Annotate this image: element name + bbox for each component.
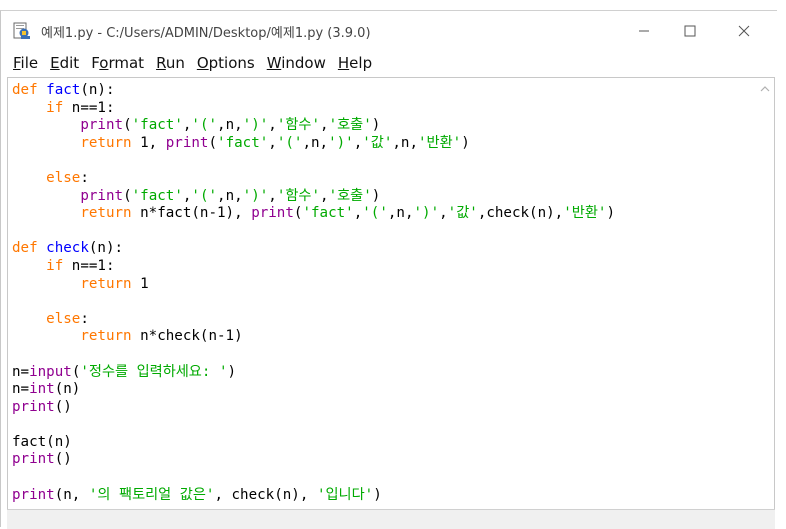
menu-window[interactable]: Window: [267, 54, 326, 72]
close-icon: [738, 25, 750, 37]
code-line: return 1: [80, 275, 149, 292]
code-text[interactable]: def fact(n): if n==1: print('fact','(',n…: [12, 82, 615, 504]
code-line: def fact(n):: [12, 82, 115, 98]
maximize-button[interactable]: [667, 11, 713, 51]
code-line: print(): [12, 451, 72, 468]
title-bar[interactable]: 예제1.py - C:/Users/ADMIN/Desktop/예제1.py (…: [1, 11, 777, 51]
menu-run[interactable]: Run: [156, 54, 185, 72]
minimize-button[interactable]: [621, 11, 667, 51]
code-line: print('fact','(',n,')','함수','호출'): [80, 187, 381, 204]
maximize-icon: [684, 25, 696, 37]
menu-format[interactable]: Format: [91, 54, 144, 72]
menu-help[interactable]: Help: [338, 54, 372, 72]
code-line: else:: [46, 310, 89, 327]
menu-options[interactable]: Options: [197, 54, 255, 72]
idle-editor-window: 예제1.py - C:/Users/ADMIN/Desktop/예제1.py (…: [0, 10, 777, 529]
code-line: else:: [46, 169, 89, 186]
close-button[interactable]: [721, 11, 767, 51]
code-line: return n*check(n-1): [80, 328, 243, 345]
menu-edit[interactable]: Edit: [50, 54, 79, 72]
menu-file[interactable]: File: [13, 54, 38, 72]
code-line: if n==1:: [46, 257, 115, 274]
code-line: print(n, '의 팩토리얼 값은', check(n), '입니다'): [12, 486, 382, 503]
scroll-up-arrow-icon[interactable]: [756, 80, 774, 98]
python-file-icon: [13, 22, 30, 39]
minimize-icon: [639, 30, 649, 32]
code-line: n=int(n): [12, 381, 81, 398]
code-editor[interactable]: def fact(n): if n==1: print('fact','(',n…: [7, 77, 775, 509]
vertical-scrollbar[interactable]: [756, 78, 774, 509]
code-line: def check(n):: [12, 240, 124, 257]
window-title: 예제1.py - C:/Users/ADMIN/Desktop/예제1.py (…: [41, 26, 371, 41]
code-line: return n*fact(n-1), print('fact','(',n,'…: [80, 205, 615, 222]
code-line: n=input('정수를 입력하세요: '): [12, 363, 237, 380]
menu-bar: File Edit Format Run Options Window Help: [1, 51, 777, 75]
code-line: fact(n): [12, 433, 72, 450]
code-line: return 1, print('fact','(',n,')','값',n,'…: [80, 134, 470, 151]
code-line: if n==1:: [46, 99, 115, 116]
code-line: print('fact','(',n,')','함수','호출'): [80, 117, 381, 134]
status-strip: [7, 509, 775, 529]
code-line: print(): [12, 398, 72, 415]
